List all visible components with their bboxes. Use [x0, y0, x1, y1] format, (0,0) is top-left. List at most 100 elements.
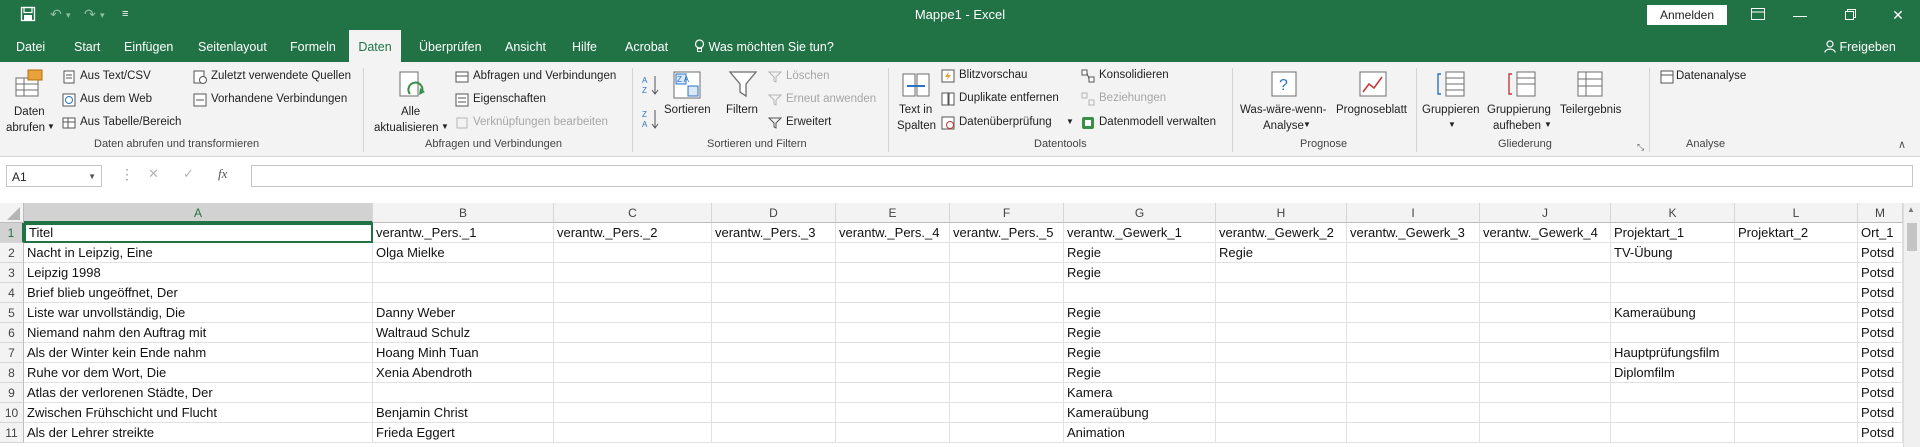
- cell-a5[interactable]: Liste war unvollständig, Die: [24, 303, 373, 323]
- row-header-11[interactable]: 11: [0, 423, 24, 443]
- ungroup-icon[interactable]: [1507, 68, 1539, 103]
- cell-i2[interactable]: [1347, 243, 1480, 263]
- cell-i11[interactable]: [1347, 423, 1480, 443]
- cell-i8[interactable]: [1347, 363, 1480, 383]
- cell-j1[interactable]: verantw._Gewerk_4: [1480, 223, 1611, 243]
- cell-f5[interactable]: [950, 303, 1064, 323]
- forecast-sheet-button[interactable]: Prognoseblatt: [1336, 104, 1407, 116]
- formula-input[interactable]: [251, 165, 1913, 187]
- cell-c8[interactable]: [554, 363, 712, 383]
- cell-j2[interactable]: [1480, 243, 1611, 263]
- cell-l7[interactable]: [1735, 343, 1858, 363]
- cell-j8[interactable]: [1480, 363, 1611, 383]
- cell-h7[interactable]: [1216, 343, 1347, 363]
- cell-a11[interactable]: Als der Lehrer streikte: [24, 423, 373, 443]
- cell-f6[interactable]: [950, 323, 1064, 343]
- refresh-all-label-2[interactable]: aktualisieren: [374, 122, 439, 134]
- cell-h3[interactable]: [1216, 263, 1347, 283]
- cell-l4[interactable]: [1735, 283, 1858, 303]
- cell-e2[interactable]: [836, 243, 950, 263]
- cell-h1[interactable]: verantw._Gewerk_2: [1216, 223, 1347, 243]
- cell-e5[interactable]: [836, 303, 950, 323]
- cell-f9[interactable]: [950, 383, 1064, 403]
- cell-b1[interactable]: verantw._Pers._1: [373, 223, 554, 243]
- restore-icon[interactable]: [1830, 4, 1870, 26]
- cell-c1[interactable]: verantw._Pers._2: [554, 223, 712, 243]
- row-header-4[interactable]: 4: [0, 283, 24, 303]
- cell-g11[interactable]: Animation: [1064, 423, 1216, 443]
- row-header-6[interactable]: 6: [0, 323, 24, 343]
- cell-b9[interactable]: [373, 383, 554, 403]
- cell-i9[interactable]: [1347, 383, 1480, 403]
- cell-k4[interactable]: [1611, 283, 1735, 303]
- cell-g9[interactable]: Kamera: [1064, 383, 1216, 403]
- recent-sources-button[interactable]: Zuletzt verwendete Quellen: [211, 70, 351, 82]
- cell-a3[interactable]: Leipzig 1998: [24, 263, 373, 283]
- active-cell[interactable]: Titel: [24, 223, 373, 243]
- text-to-columns-label-2[interactable]: Spalten: [897, 120, 936, 132]
- customize-quick-access-icon[interactable]: ≡: [122, 8, 128, 20]
- sort-dialog-icon[interactable]: Z A: [672, 70, 702, 103]
- sort-button[interactable]: Sortieren: [664, 104, 711, 116]
- redo-icon[interactable]: ↷: [84, 6, 96, 23]
- cell-b8[interactable]: Xenia Abendroth: [373, 363, 554, 383]
- cell-d10[interactable]: [712, 403, 836, 423]
- cell-b4[interactable]: [373, 283, 554, 303]
- undo-icon[interactable]: ↶: [50, 6, 62, 23]
- cell-h6[interactable]: [1216, 323, 1347, 343]
- cell-m2[interactable]: Potsd: [1858, 243, 1903, 263]
- cell-c7[interactable]: [554, 343, 712, 363]
- cell-a7[interactable]: Als der Winter kein Ende nahm: [24, 343, 373, 363]
- cell-k10[interactable]: [1611, 403, 1735, 423]
- cell-j5[interactable]: [1480, 303, 1611, 323]
- signin-button[interactable]: Anmelden: [1647, 5, 1727, 25]
- data-validation-button[interactable]: Datenüberprüfung: [959, 116, 1052, 128]
- cell-g3[interactable]: Regie: [1064, 263, 1216, 283]
- relationships-button[interactable]: Beziehungen: [1099, 92, 1166, 104]
- cell-j3[interactable]: [1480, 263, 1611, 283]
- subtotal-icon[interactable]: [1574, 68, 1606, 103]
- ungroup-label-1[interactable]: Gruppierung: [1487, 104, 1551, 116]
- minimize-icon[interactable]: —: [1780, 4, 1820, 26]
- what-if-label-2[interactable]: Analyse: [1263, 120, 1304, 132]
- tab-daten[interactable]: Daten: [349, 30, 401, 62]
- get-data-icon[interactable]: [14, 68, 46, 103]
- cell-c6[interactable]: [554, 323, 712, 343]
- from-text-csv-button[interactable]: Aus Text/CSV: [80, 70, 151, 82]
- cell-d11[interactable]: [712, 423, 836, 443]
- edit-links-button[interactable]: Verknüpfungen bearbeiten: [473, 116, 608, 128]
- tab-ueberpruefen[interactable]: Überprüfen: [417, 30, 484, 62]
- filter-button[interactable]: Filtern: [726, 104, 758, 116]
- cell-e8[interactable]: [836, 363, 950, 383]
- cell-j4[interactable]: [1480, 283, 1611, 303]
- cell-l2[interactable]: [1735, 243, 1858, 263]
- text-to-columns-label-1[interactable]: Text in: [899, 104, 932, 116]
- scroll-up-icon[interactable]: ▲: [1907, 205, 1915, 214]
- cell-m11[interactable]: Potsd: [1858, 423, 1903, 443]
- scrollbar-thumb[interactable]: [1907, 223, 1917, 251]
- cell-d8[interactable]: [712, 363, 836, 383]
- cell-m8[interactable]: Potsd: [1858, 363, 1903, 383]
- cell-l10[interactable]: [1735, 403, 1858, 423]
- cell-a2[interactable]: Nacht in Leipzig, Eine: [24, 243, 373, 263]
- cell-c4[interactable]: [554, 283, 712, 303]
- cell-d7[interactable]: [712, 343, 836, 363]
- vertical-scrollbar[interactable]: ▲: [1903, 203, 1920, 447]
- cell-e10[interactable]: [836, 403, 950, 423]
- sort-za-icon[interactable]: ZA: [642, 108, 660, 133]
- cell-c5[interactable]: [554, 303, 712, 323]
- tab-acrobat[interactable]: Acrobat: [623, 30, 670, 62]
- cell-e9[interactable]: [836, 383, 950, 403]
- cell-k9[interactable]: [1611, 383, 1735, 403]
- cell-c9[interactable]: [554, 383, 712, 403]
- forecast-sheet-icon[interactable]: [1358, 68, 1390, 103]
- column-header-b[interactable]: B: [373, 203, 554, 223]
- cell-k3[interactable]: [1611, 263, 1735, 283]
- cell-c10[interactable]: [554, 403, 712, 423]
- save-icon[interactable]: [20, 6, 36, 25]
- column-header-m[interactable]: M: [1858, 203, 1903, 223]
- row-header-2[interactable]: 2: [0, 243, 24, 263]
- cell-f3[interactable]: [950, 263, 1064, 283]
- column-header-g[interactable]: G: [1064, 203, 1216, 223]
- chevron-down-icon[interactable]: ▼: [1066, 117, 1074, 126]
